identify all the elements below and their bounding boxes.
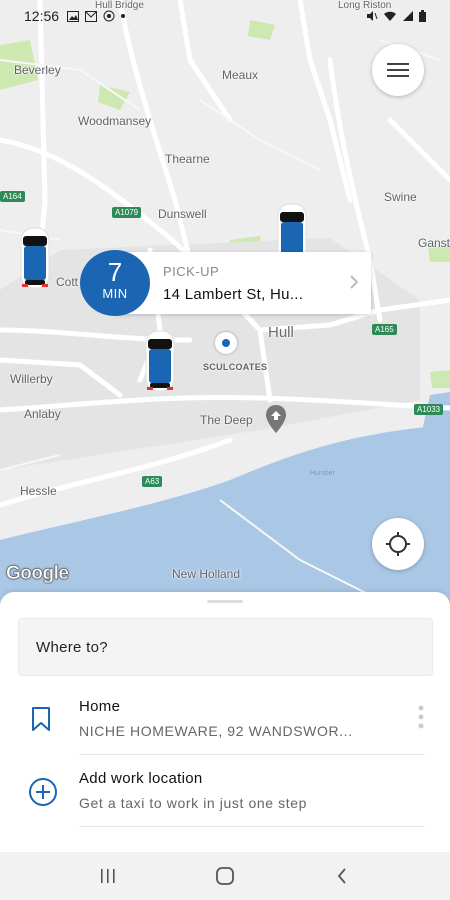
sheet-drag-handle[interactable]: [207, 600, 243, 603]
status-bar: 12:56: [0, 0, 450, 32]
back-icon: [337, 868, 346, 884]
mute-icon: [367, 11, 378, 21]
divider: [79, 754, 425, 755]
road-shield-a1079: A1079: [112, 207, 142, 218]
eta-value: 7: [107, 257, 123, 287]
recent-apps-icon: [101, 869, 115, 883]
app-notification-icon: [103, 10, 115, 22]
bookmark-icon: [32, 707, 50, 731]
place-label-sculcoates: SCULCOATES: [203, 362, 268, 372]
saved-place-subtitle: NICHE HOMEWARE, 92 WANDSWOR...: [79, 723, 353, 739]
road-shield-a63: A63: [142, 476, 163, 487]
saved-place-home[interactable]: Home NICHE HOMEWARE, 92 WANDSWOR...: [0, 690, 450, 762]
mail-notification-icon: [85, 10, 98, 22]
status-time: 12:56: [24, 8, 60, 24]
place-label-meaux: Meaux: [222, 68, 259, 82]
pickup-label: PICK-UP: [163, 264, 220, 279]
place-label-woodmansey: Woodmansey: [78, 114, 152, 128]
home-button[interactable]: [205, 856, 245, 896]
add-work-location[interactable]: Add work location Get a taxi to work in …: [0, 762, 450, 834]
road-shield-a1033: A1033: [414, 404, 444, 415]
system-navigation-bar: [0, 852, 450, 900]
notification-icons: [67, 10, 126, 22]
destination-search-input[interactable]: Where to?: [18, 618, 433, 676]
google-attribution: Google: [6, 563, 69, 585]
eta-unit: MIN: [102, 286, 128, 301]
battery-icon: [419, 10, 426, 22]
more-options-icon[interactable]: [418, 704, 424, 730]
menu-button[interactable]: [372, 44, 424, 96]
pickup-card[interactable]: PICK-UP 14 Lambert St, Hu...: [115, 252, 371, 314]
place-label-humber: Humber: [310, 470, 335, 477]
place-label-ganstead: Ganst: [418, 236, 450, 250]
back-button[interactable]: [322, 856, 362, 896]
saved-place-title: Add work location: [79, 770, 203, 787]
place-label-cottingham: Cott: [56, 275, 79, 289]
signal-icon: [403, 11, 413, 21]
image-notification-icon: [67, 10, 80, 22]
place-label-the-deep: The Deep: [200, 413, 253, 427]
place-label-anlaby: Anlaby: [24, 407, 61, 421]
place-label-hessle: Hessle: [20, 484, 57, 498]
divider: [79, 826, 425, 827]
crosshair-icon: [386, 532, 410, 556]
road-shield-a164: A164: [0, 191, 25, 202]
home-icon: [216, 867, 234, 885]
place-label-swine: Swine: [384, 190, 417, 204]
place-label-hull: Hull: [268, 324, 294, 341]
wifi-icon: [384, 11, 396, 21]
current-location-dot: [215, 332, 237, 354]
saved-place-title: Home: [79, 698, 121, 715]
place-label-new-holland: New Holland: [172, 567, 241, 581]
chevron-right-icon: [350, 275, 359, 289]
taxi-car-icon: [145, 330, 175, 392]
recent-apps-button[interactable]: [88, 856, 128, 896]
hamburger-menu-icon: [387, 63, 409, 77]
add-circle-icon: [29, 778, 57, 806]
eta-badge[interactable]: 7 MIN: [80, 250, 150, 316]
booking-sheet: Where to? Home NICHE HOMEWARE, 92 WANDSW…: [0, 592, 450, 852]
place-label-thearne: Thearne: [165, 152, 210, 166]
road-shield-a165: A165: [372, 324, 397, 335]
dot-icon: [121, 14, 126, 18]
recenter-location-button[interactable]: [372, 518, 424, 570]
place-label-dunswell: Dunswell: [158, 207, 207, 221]
system-status-icons: [366, 10, 426, 22]
pickup-address: 14 Lambert St, Hu...: [163, 286, 304, 303]
place-label-beverley: Beverley: [14, 63, 61, 77]
poi-pin-icon[interactable]: [265, 404, 287, 434]
place-label-willerby: Willerby: [10, 372, 53, 386]
taxi-car-icon: [20, 227, 50, 289]
saved-place-subtitle: Get a taxi to work in just one step: [79, 795, 307, 811]
